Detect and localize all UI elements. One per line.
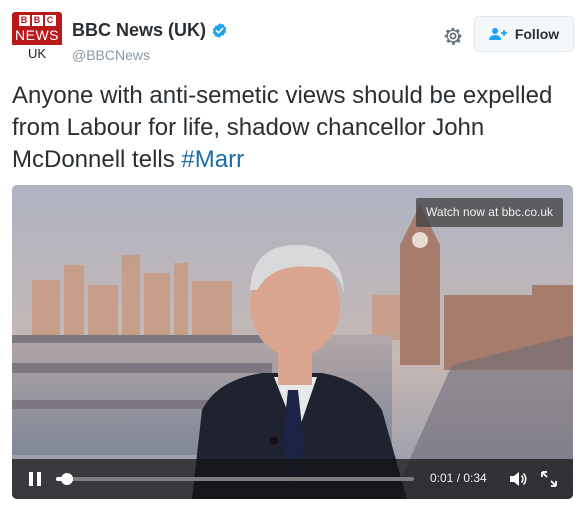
follow-button[interactable]: Follow bbox=[474, 16, 574, 52]
progress-handle[interactable] bbox=[60, 473, 73, 485]
progress-bar[interactable] bbox=[56, 473, 414, 485]
hashtag-link[interactable]: #Marr bbox=[181, 146, 244, 173]
logo-letter: B bbox=[31, 15, 43, 26]
fullscreen-icon[interactable] bbox=[540, 470, 558, 488]
gear-icon[interactable] bbox=[442, 25, 464, 47]
display-name[interactable]: BBC News (UK) bbox=[72, 20, 228, 41]
bbc-news-logo: BBC NEWS bbox=[12, 12, 62, 45]
display-name-text: BBC News (UK) bbox=[72, 20, 207, 40]
logo-letter: B bbox=[18, 15, 30, 26]
tweet-text: Anyone with anti-semetic views should be… bbox=[12, 80, 578, 176]
add-user-icon bbox=[488, 28, 507, 40]
account-info: BBC News (UK) @BBCNews bbox=[72, 20, 228, 63]
volume-icon[interactable] bbox=[509, 471, 527, 487]
tweet-body: Anyone with anti-semetic views should be… bbox=[12, 82, 553, 173]
logo-letter: C bbox=[44, 15, 56, 26]
watch-now-link[interactable]: Watch now at bbc.co.uk bbox=[416, 198, 563, 227]
video-frame bbox=[12, 185, 573, 499]
avatar[interactable]: BBC NEWS UK bbox=[12, 12, 62, 62]
pause-icon[interactable] bbox=[28, 472, 42, 486]
account-handle[interactable]: @BBCNews bbox=[72, 47, 228, 63]
logo-news-text: NEWS bbox=[15, 27, 59, 43]
video-player[interactable]: Watch now at bbc.co.uk 0:01 / 0:34 bbox=[12, 185, 573, 499]
verified-badge-icon bbox=[212, 23, 227, 38]
avatar-region-label: UK bbox=[27, 46, 47, 61]
time-display: 0:01 / 0:34 bbox=[430, 471, 487, 485]
follow-label: Follow bbox=[514, 26, 560, 42]
video-controls: 0:01 / 0:34 bbox=[12, 459, 573, 499]
